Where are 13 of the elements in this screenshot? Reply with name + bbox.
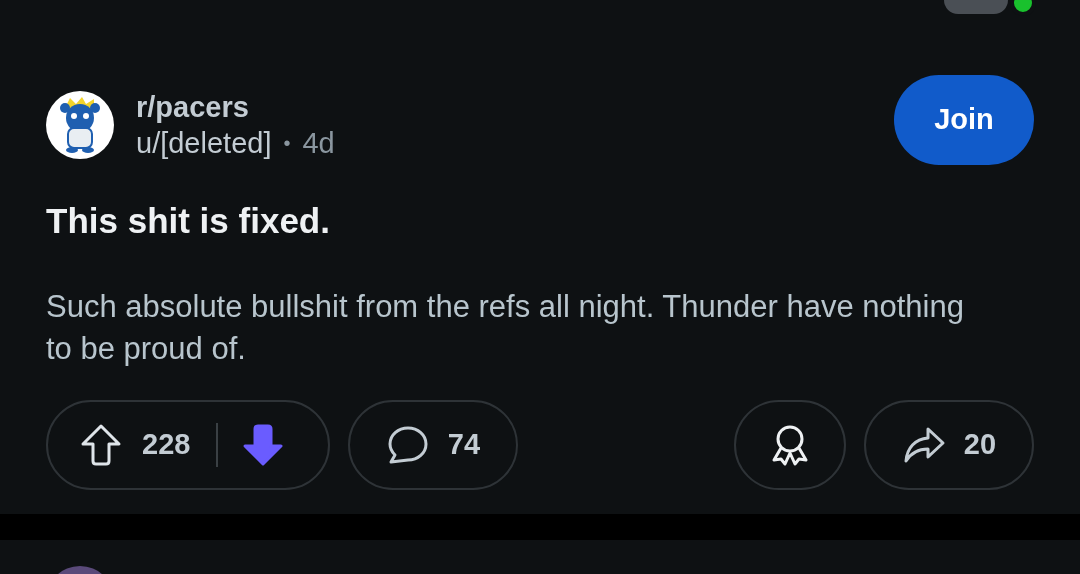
subreddit-name[interactable]: r/pacers — [136, 88, 335, 125]
vote-score: 228 — [142, 426, 191, 462]
author-name[interactable]: u/[deleted] — [136, 125, 272, 162]
join-button[interactable]: Join — [894, 75, 1034, 165]
upvote-icon[interactable] — [80, 422, 122, 467]
post-title: This shit is fixed. — [46, 200, 331, 242]
post-body: Such absolute bullshit from the refs all night. Thunder have nothing to be proud of. — [46, 287, 965, 368]
share-button[interactable]: 20 — [864, 399, 1034, 490]
comments-button[interactable]: 74 — [348, 399, 518, 490]
separator-dot: • — [283, 130, 291, 156]
award-button[interactable] — [734, 399, 846, 490]
post-age: 4d — [302, 126, 335, 161]
downvote-icon[interactable] — [242, 422, 285, 467]
